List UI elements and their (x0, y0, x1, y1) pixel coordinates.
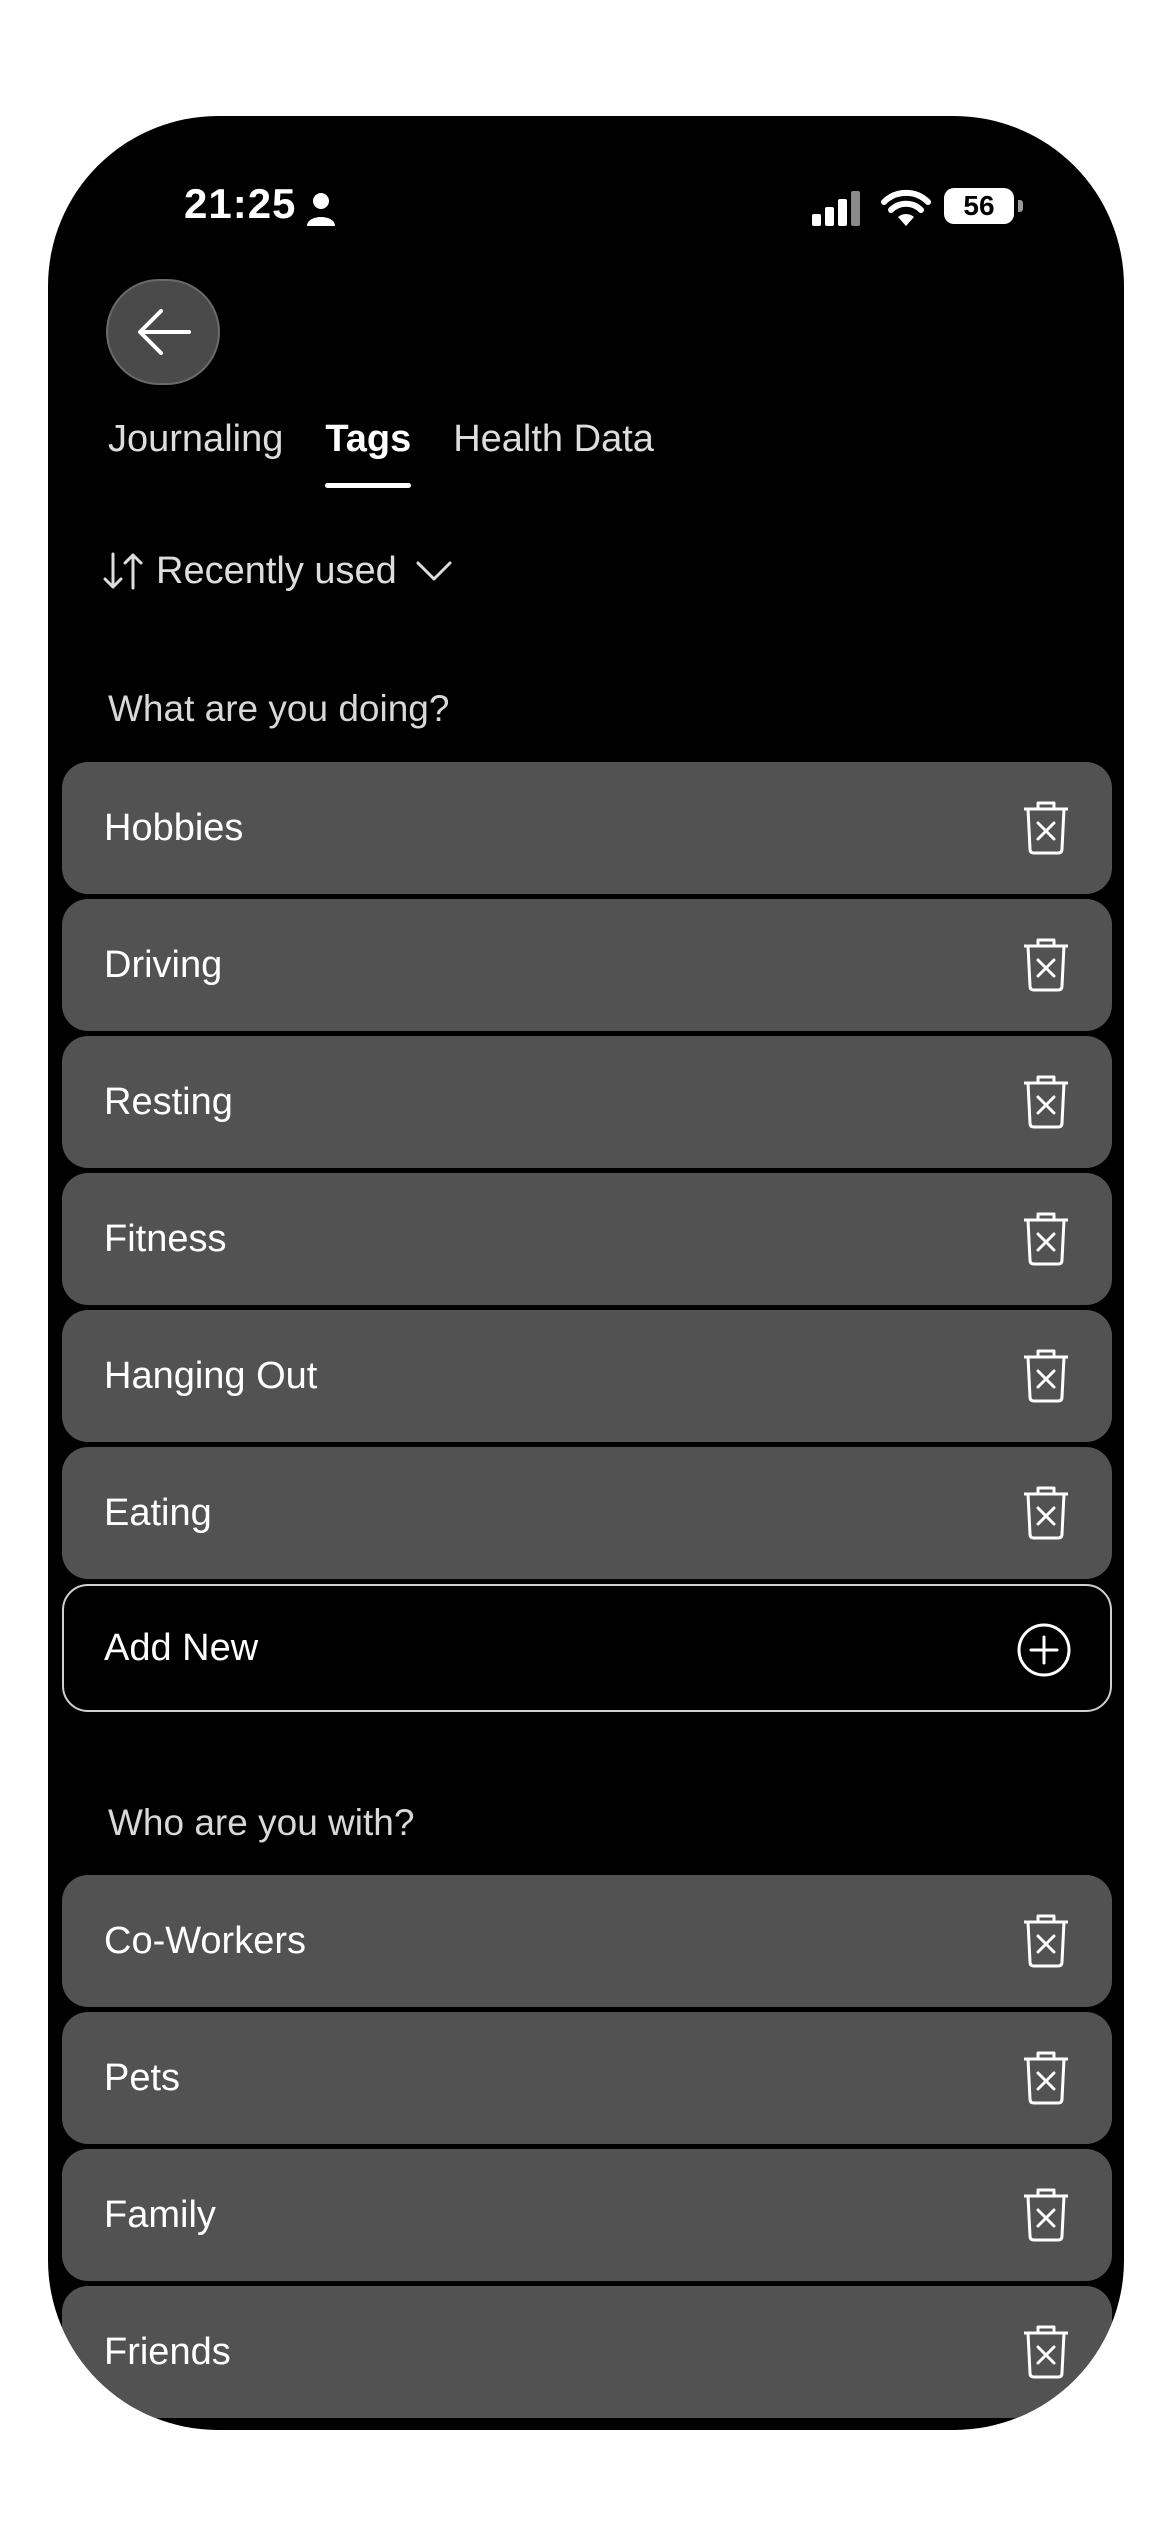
tag-row-family[interactable]: Family (62, 2149, 1112, 2281)
phone-screen: 21:25 56 Journaling Tags Health Data Rec… (48, 116, 1124, 2430)
delete-icon[interactable] (1020, 2050, 1072, 2106)
tag-row-friends[interactable]: Friends (62, 2286, 1112, 2418)
tag-row-resting[interactable]: Resting (62, 1036, 1112, 1168)
add-new-label: Add New (104, 1626, 259, 1669)
tag-label: Co-Workers (104, 1919, 306, 1962)
tag-row-fitness[interactable]: Fitness (62, 1173, 1112, 1305)
tab-journaling[interactable]: Journaling (108, 418, 283, 488)
signal-icon (812, 191, 860, 226)
delete-icon[interactable] (1020, 1348, 1072, 1404)
sort-arrows-icon (103, 552, 143, 590)
battery-icon: 56 (944, 188, 1014, 224)
tag-row-co-workers[interactable]: Co-Workers (62, 1875, 1112, 2007)
plus-circle-icon (1017, 1623, 1071, 1677)
tab-health-data[interactable]: Health Data (453, 418, 654, 488)
section-title-companions: Who are you with? (108, 1802, 415, 1843)
tab-tags[interactable]: Tags (325, 418, 411, 488)
tag-label: Driving (104, 943, 223, 986)
tag-row-pets[interactable]: Pets (62, 2012, 1112, 2144)
status-bar: 21:25 56 (48, 116, 1124, 266)
delete-icon[interactable] (1020, 2324, 1072, 2380)
tag-label: Hobbies (104, 806, 244, 849)
wifi-icon (881, 189, 931, 226)
delete-icon[interactable] (1020, 1485, 1072, 1541)
section-title-activities: What are you doing? (108, 688, 450, 729)
tag-label: Friends (104, 2330, 231, 2373)
status-time: 21:25 (184, 180, 297, 227)
tag-label: Fitness (104, 1217, 227, 1260)
tab-bar: Journaling Tags Health Data (108, 418, 654, 488)
add-new-tag-button[interactable]: Add New (62, 1584, 1112, 1712)
companions-tag-list: Co-Workers Pets Family Friends (62, 1875, 1112, 2423)
tag-label: Hanging Out (104, 1354, 318, 1397)
tag-row-eating[interactable]: Eating (62, 1447, 1112, 1579)
back-button[interactable] (106, 279, 220, 385)
tag-label: Eating (104, 1491, 212, 1534)
arrow-left-icon (138, 309, 191, 355)
tag-row-hobbies[interactable]: Hobbies (62, 762, 1112, 894)
delete-icon[interactable] (1020, 1074, 1072, 1130)
battery-nub (1018, 200, 1023, 212)
chevron-down-icon (416, 561, 452, 581)
delete-icon[interactable] (1020, 2187, 1072, 2243)
person-icon (307, 193, 335, 226)
tag-row-hanging-out[interactable]: Hanging Out (62, 1310, 1112, 1442)
tag-row-driving[interactable]: Driving (62, 899, 1112, 1031)
tag-label: Pets (104, 2056, 181, 2099)
delete-icon[interactable] (1020, 937, 1072, 993)
activities-tag-list: Hobbies Driving Resting Fitness Hanging … (62, 762, 1112, 1712)
tag-label: Resting (104, 1080, 233, 1123)
delete-icon[interactable] (1020, 1211, 1072, 1267)
tag-label: Family (104, 2193, 216, 2236)
delete-icon[interactable] (1020, 1913, 1072, 1969)
sort-dropdown[interactable]: Recently used (102, 546, 453, 596)
delete-icon[interactable] (1020, 800, 1072, 856)
sort-label: Recently used (156, 549, 397, 592)
